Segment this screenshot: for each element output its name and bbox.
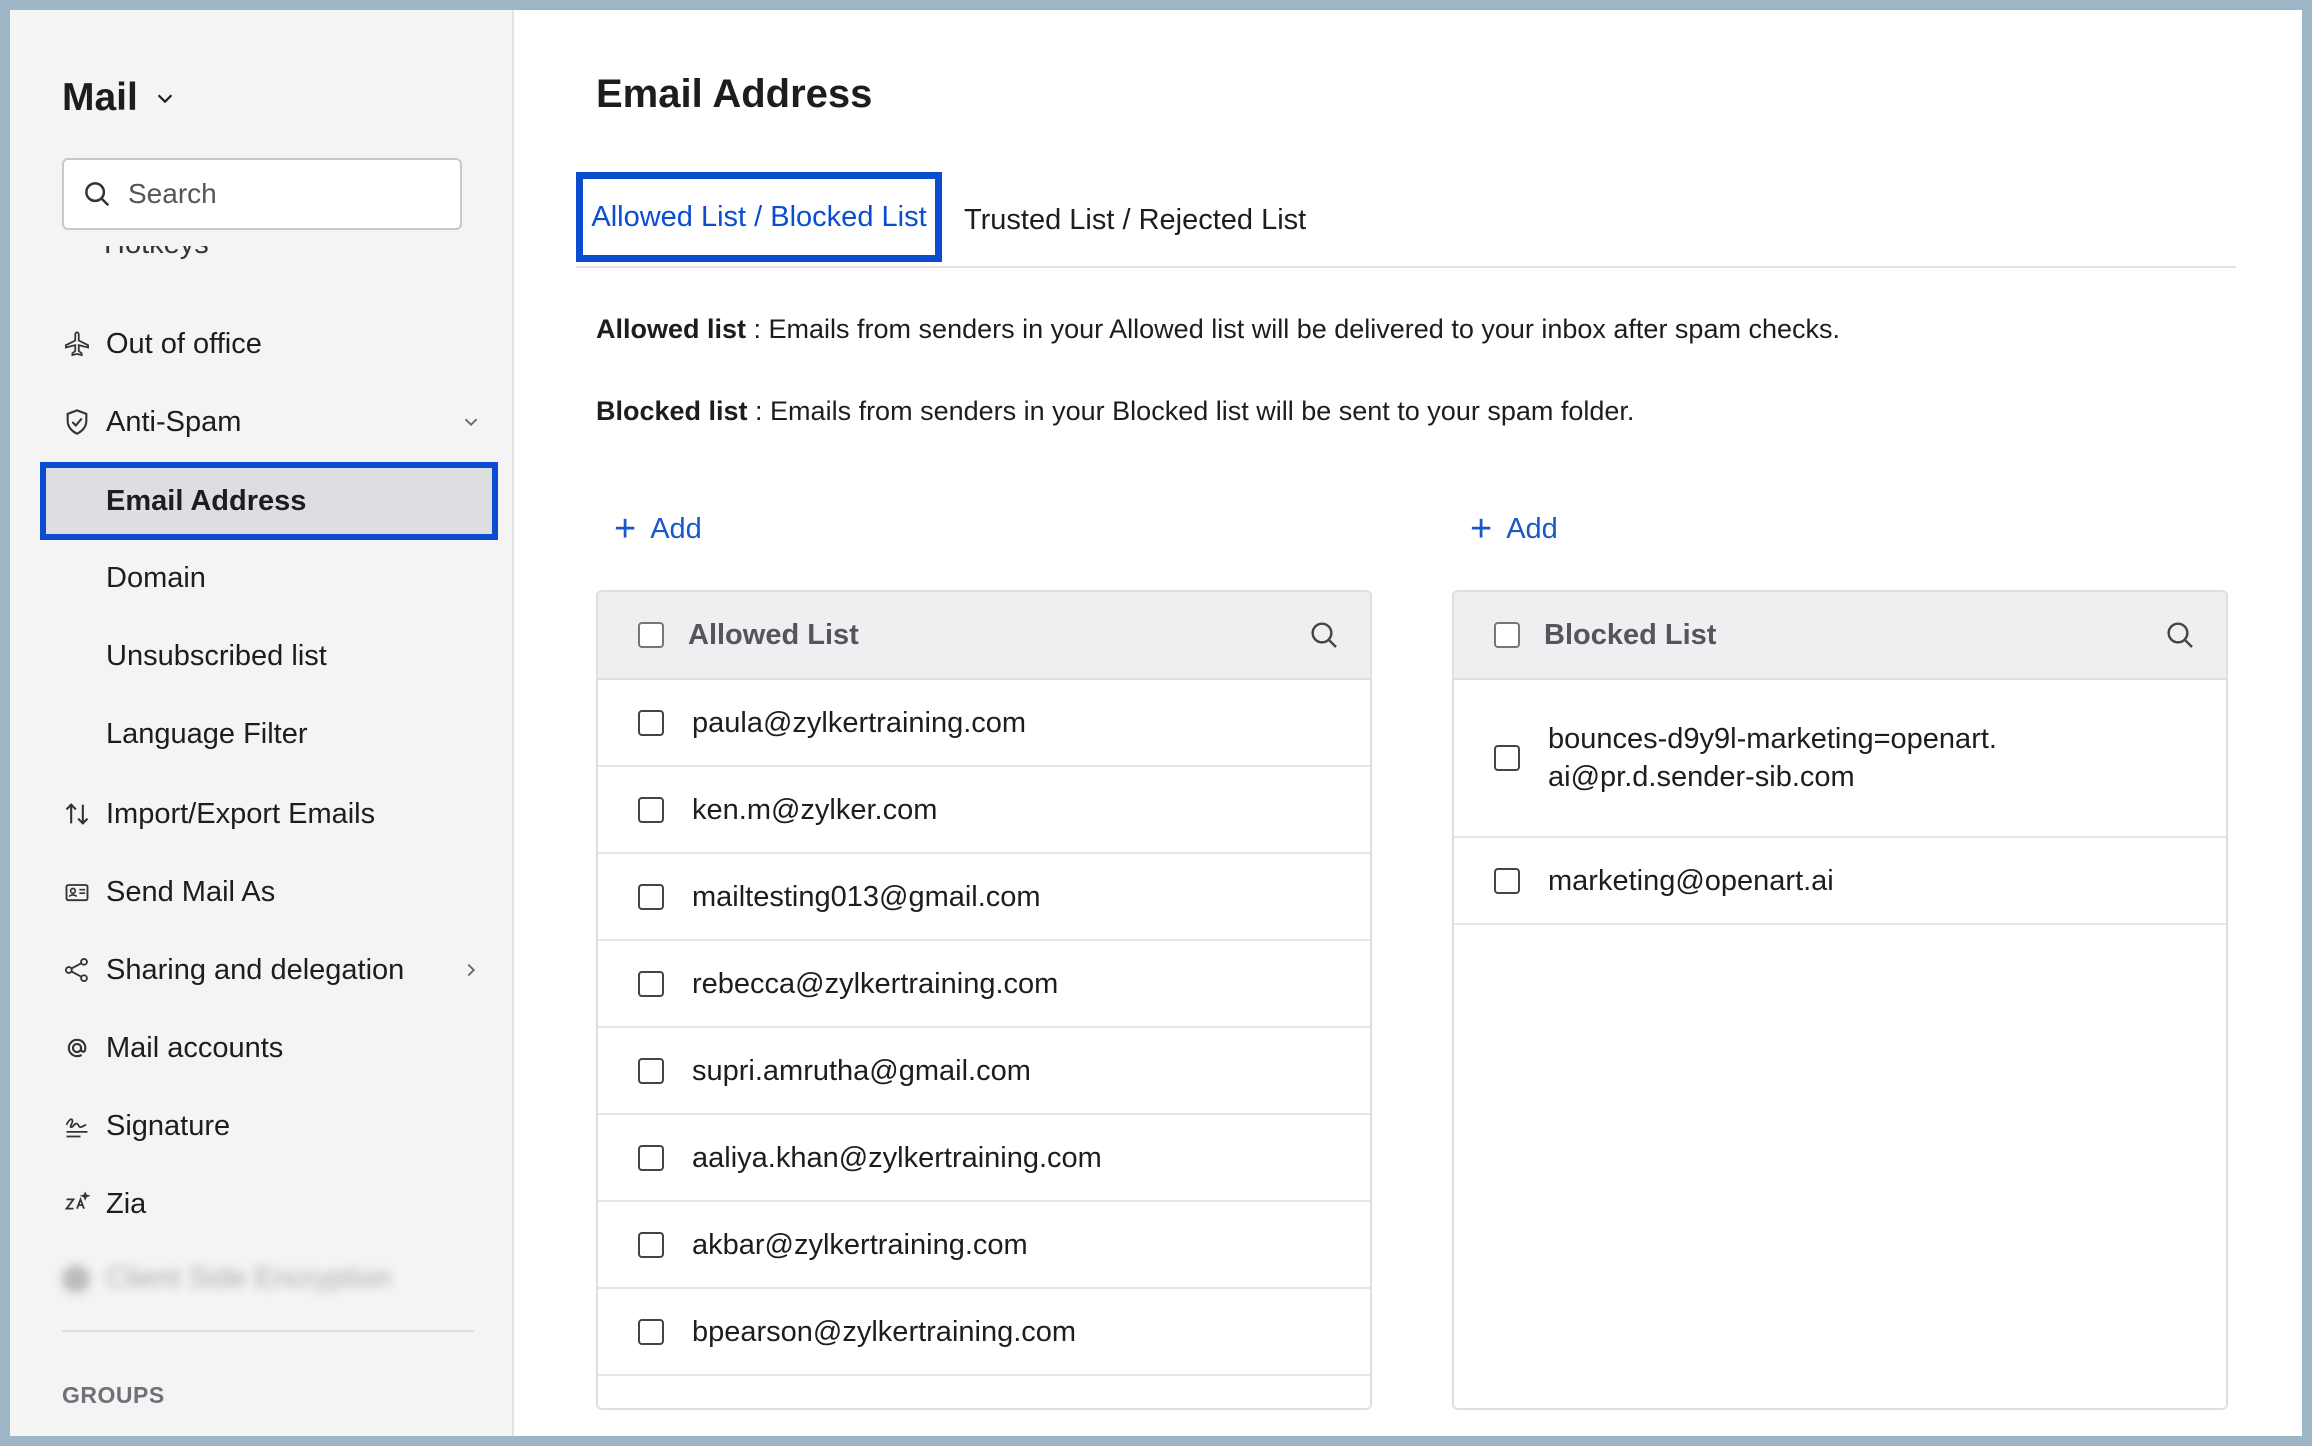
zia-icon [62,1189,92,1219]
sidebar-item-unsubscribed-list[interactable]: Unsubscribed list [62,620,462,692]
tab-trusted-rejected[interactable]: Trusted List / Rejected List [964,172,1306,268]
at-icon [62,1033,92,1063]
list-item[interactable]: marketing@openart.ai [1454,838,2226,925]
email-address: rebecca@zylkertraining.com [692,967,1059,1000]
email-address: ken.m@zylker.com [692,793,938,826]
sidebar-item-label: Signature [106,1109,231,1142]
email-address: marketing@openart.ai [1548,864,1834,897]
signature-icon [62,1111,92,1141]
blocked-list-header: Blocked List [1454,592,2226,680]
tab-allowed-blocked[interactable]: Allowed List / Blocked List [576,172,942,262]
sidebar-item-import-export[interactable]: Import/Export Emails [62,778,492,850]
sidebar-item-label: Mail accounts [106,1031,284,1064]
row-checkbox[interactable] [1494,745,1520,771]
row-checkbox[interactable] [638,796,664,823]
email-address: bounces-d9y9l-marketing=openart.ai@pr.d.… [1548,723,1997,793]
plane-icon [62,329,92,359]
add-allowed-button[interactable]: + Add [614,510,702,548]
sidebar-item-signature[interactable]: Signature [62,1090,492,1162]
main-content: Email Address Allowed List / Blocked Lis… [514,10,2302,1436]
list-item[interactable]: ken.m@zylker.com [598,767,1370,854]
search-icon[interactable] [1308,619,1340,651]
row-checkbox[interactable] [638,1318,664,1345]
sidebar-item-hotkeys[interactable]: Hotkeys [62,246,362,268]
sidebar-item-label: Unsubscribed list [106,639,327,672]
plus-icon: + [614,508,637,550]
app-switcher[interactable]: Mail [62,76,176,120]
email-address: aaliya.khan@zylkertraining.com [692,1141,1102,1174]
email-address: supri.amrutha@gmail.com [692,1054,1031,1087]
sidebar-item-sharing-delegation[interactable]: Sharing and delegation [62,934,492,1006]
select-all-checkbox[interactable] [638,622,664,648]
email-address: mailtesting013@gmail.com [692,880,1041,913]
sidebar-item-send-mail-as[interactable]: Send Mail As [62,856,492,928]
email-address: akbar@zylkertraining.com [692,1228,1028,1261]
share-icon [62,955,92,985]
app-window: Mail Hotkeys Out of office Anti-Spam Ema… [10,10,2302,1436]
sidebar-item-label: Domain [106,561,206,594]
list-item[interactable]: mailtesting013@gmail.com [598,854,1370,941]
chevron-down-icon[interactable] [460,411,482,433]
groups-heading: GROUPS [62,1382,165,1408]
sidebar-item-language-filter[interactable]: Language Filter [62,698,462,770]
list-item[interactable]: paula@zylkertraining.com [598,680,1370,767]
row-checkbox[interactable] [1494,867,1520,894]
shield-icon [62,407,92,437]
list-item[interactable]: bpearson@zylkertraining.com [598,1289,1370,1376]
plus-icon: + [1470,508,1493,550]
sidebar-item-label: Sharing and delegation [106,953,405,986]
select-all-checkbox[interactable] [1494,622,1520,648]
tab-bar: Allowed List / Blocked List Trusted List… [576,172,2236,268]
sidebar-item-mail-accounts[interactable]: Mail accounts [62,1012,492,1084]
row-checkbox[interactable] [638,1144,664,1171]
sidebar-item-label: Anti-Spam [106,405,242,438]
search-input[interactable] [128,178,428,210]
email-address: bpearson@zylkertraining.com [692,1315,1077,1348]
chevron-down-icon [157,94,173,104]
blocked-list-title: Blocked List [1544,618,1717,651]
send-as-icon [62,877,92,907]
add-blocked-button[interactable]: + Add [1470,510,1558,548]
sidebar-item-label: Email Address [106,484,307,517]
allowed-description: Allowed list : Emails from senders in yo… [596,314,1840,344]
search-icon [85,182,110,207]
page-title: Email Address [596,72,873,116]
list-item[interactable]: akbar@zylkertraining.com [598,1202,1370,1289]
list-item[interactable]: aaliya.khan@zylkertraining.com [598,1115,1370,1202]
sidebar-item-label: Language Filter [106,717,308,750]
sidebar-item-label: Send Mail As [106,875,276,908]
sidebar-item-email-address[interactable]: Email Address [40,462,498,540]
sidebar-item-zia[interactable]: Zia [62,1168,492,1240]
sidebar-item-label: Out of office [106,327,262,360]
chevron-right-icon[interactable] [460,959,482,981]
email-address: paula@zylkertraining.com [692,706,1027,739]
allowed-list-panel: Allowed List paula@zylkertraining.com ke… [596,590,1372,1410]
list-item[interactable]: rebecca@zylkertraining.com [598,941,1370,1028]
row-checkbox[interactable] [638,709,664,736]
sidebar-item-label: Zia [106,1187,147,1220]
row-checkbox[interactable] [638,1057,664,1084]
sidebar-item-out-of-office[interactable]: Out of office [62,308,492,380]
blocked-description: Blocked list : Emails from senders in yo… [596,396,1635,426]
row-checkbox[interactable] [638,1231,664,1258]
list-item[interactable]: supri.amrutha@gmail.com [598,1028,1370,1115]
sidebar-item-domain[interactable]: Domain [62,542,462,614]
sidebar-item-label: Import/Export Emails [106,797,376,830]
app-title: Mail [62,76,138,119]
sidebar: Mail Hotkeys Out of office Anti-Spam Ema… [10,10,514,1436]
search-box[interactable] [62,158,462,230]
allowed-list-header: Allowed List [598,592,1370,680]
row-checkbox[interactable] [638,970,664,997]
blocked-list-panel: Blocked List bounces-d9y9l-marketing=ope… [1452,590,2228,1410]
sidebar-divider [62,1330,474,1332]
search-icon[interactable] [2164,619,2196,651]
import-export-icon [62,799,92,829]
row-checkbox[interactable] [638,883,664,910]
sidebar-item-anti-spam[interactable]: Anti-Spam [62,386,492,458]
lock-icon [62,1264,90,1293]
sidebar-item-blurred: Client Side Encryption [62,1262,391,1295]
allowed-list-title: Allowed List [688,618,859,651]
list-item[interactable]: bounces-d9y9l-marketing=openart.ai@pr.d.… [1454,680,2226,838]
